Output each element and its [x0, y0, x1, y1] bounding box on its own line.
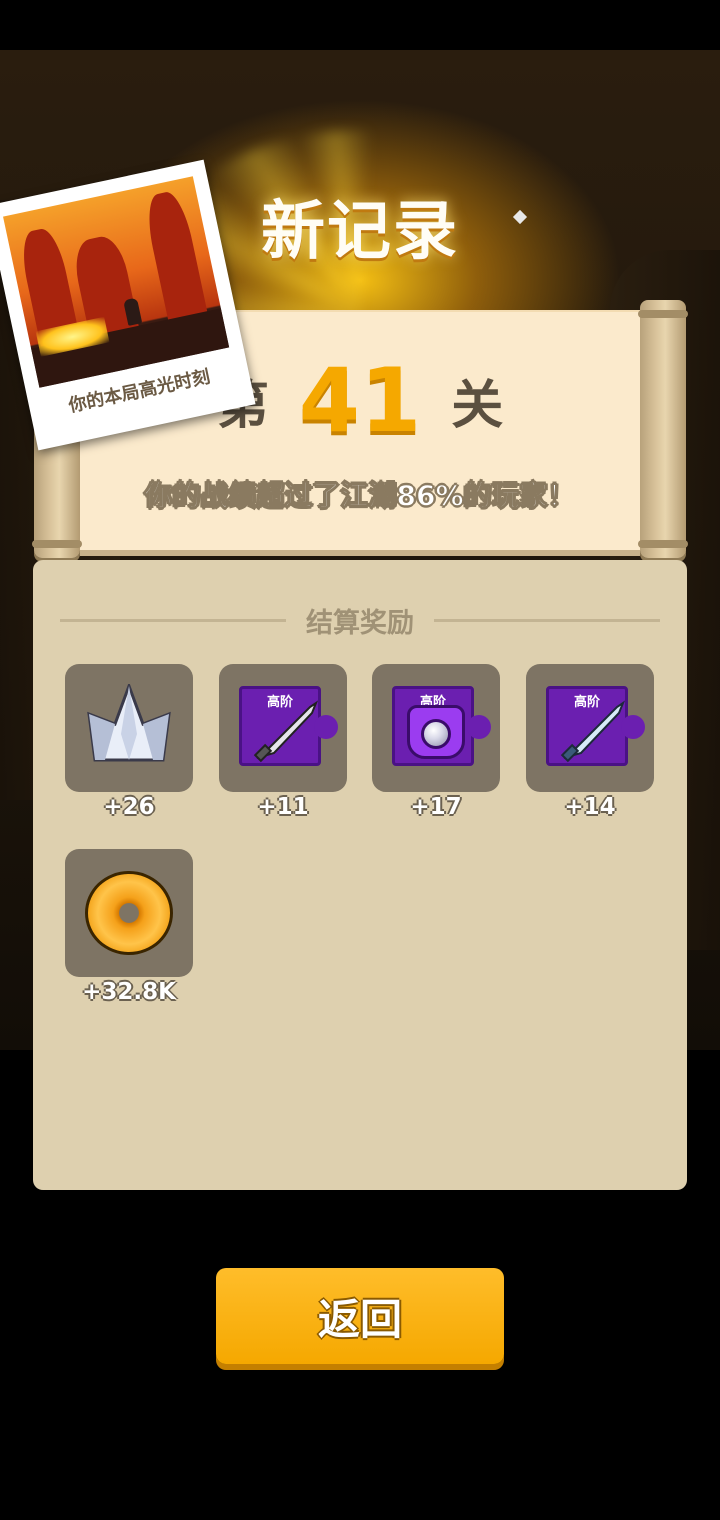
- level-number: 41: [298, 348, 422, 452]
- blade-puzzle-icon: [253, 700, 319, 763]
- reward-count: +32.8K: [82, 979, 176, 1005]
- gem-orb: [421, 719, 451, 749]
- reward-count: +26: [103, 794, 155, 820]
- scroll-roller-right: [638, 300, 688, 558]
- divider-right: [434, 618, 660, 622]
- reward-tile: [65, 664, 193, 792]
- rewards-header-label: 结算奖励: [306, 607, 414, 639]
- reward-item-blade[interactable]: 高阶 +11: [219, 664, 349, 824]
- level-suffix: 关: [451, 375, 504, 436]
- reward-count: +14: [564, 794, 616, 820]
- puzzle-piece: 高阶: [239, 686, 338, 766]
- gold-coin-icon: [85, 871, 173, 955]
- blue-blade-puzzle-icon: [560, 700, 626, 763]
- reward-item-coin[interactable]: +32.8K: [65, 849, 195, 1009]
- puzzle-piece: 高阶: [546, 686, 645, 766]
- ranking-text: 你的战绩超过了江湖86%的玩家！: [144, 479, 576, 513]
- divider-left: [60, 618, 286, 622]
- reward-tile: [65, 849, 193, 977]
- highlight-image: [3, 176, 230, 388]
- reward-count: +11: [257, 794, 309, 820]
- reward-tile: 高阶: [219, 664, 347, 792]
- reward-item-crystal[interactable]: +26: [65, 664, 195, 824]
- tree-shape: [142, 188, 209, 325]
- reward-item-blue-blade[interactable]: 高阶 +14: [526, 664, 656, 824]
- return-button[interactable]: 返回: [216, 1268, 504, 1364]
- reward-item-gem[interactable]: 高阶 +17: [372, 664, 502, 824]
- reward-tile: 高阶: [526, 664, 654, 792]
- rewards-header: 结算奖励: [60, 600, 660, 640]
- reward-count: +17: [410, 794, 462, 820]
- reward-tile: 高阶: [372, 664, 500, 792]
- crystal-shard-icon: [87, 684, 171, 762]
- puzzle-piece: 高阶: [392, 686, 491, 766]
